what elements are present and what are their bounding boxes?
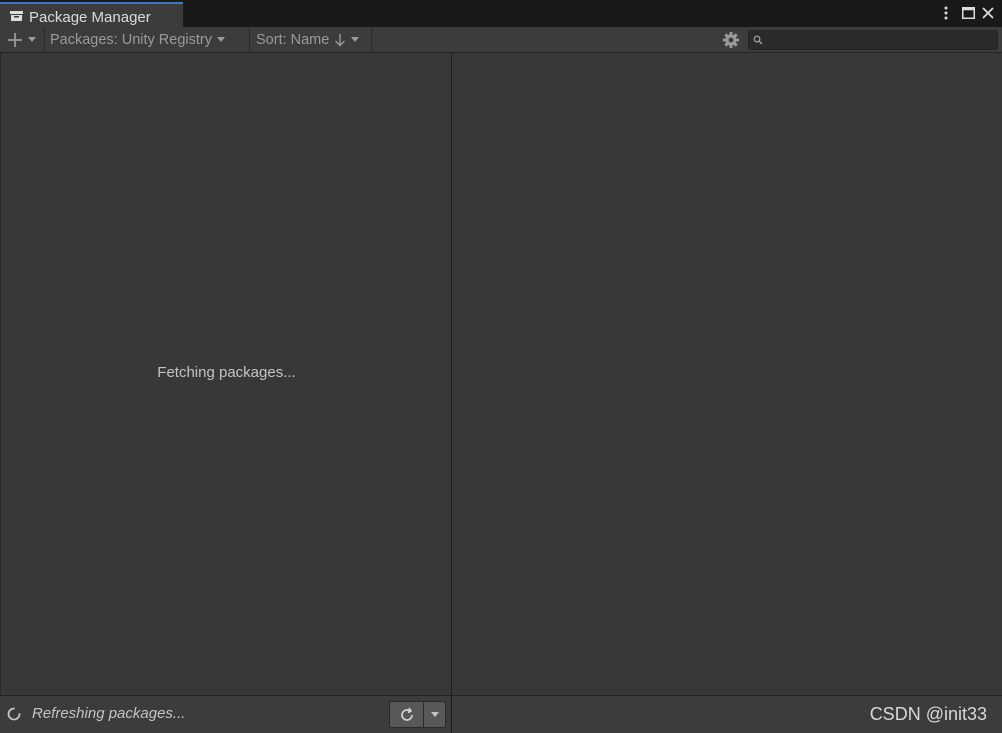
watermark: CSDN @init33 — [869, 704, 987, 724]
add-package-button[interactable] — [0, 27, 45, 52]
loading-spinner-icon — [7, 707, 21, 721]
fetching-message: Fetching packages... — [157, 364, 296, 381]
arrow-down-icon — [335, 33, 346, 46]
chevron-down-icon — [430, 712, 439, 717]
chevron-down-icon — [216, 37, 225, 42]
details-footer: CSDN @init33 — [452, 695, 1002, 733]
package-window-icon — [10, 11, 23, 21]
packages-scope-dropdown[interactable]: Packages: Unity Registry — [45, 27, 250, 52]
gear-icon[interactable] — [722, 31, 740, 49]
chevron-down-icon — [28, 37, 36, 42]
refresh-button-group — [389, 701, 446, 728]
refresh-options-dropdown[interactable] — [424, 702, 445, 727]
window-tab-bar: Package Manager — [0, 0, 1002, 27]
package-toolbar: Packages: Unity Registry Sort: Name — [0, 27, 1002, 53]
refresh-button[interactable] — [390, 702, 424, 727]
search-field[interactable] — [748, 30, 998, 50]
close-icon[interactable] — [980, 5, 996, 21]
package-list-panel[interactable]: Fetching packages... — [0, 53, 451, 695]
more-options-icon[interactable] — [938, 5, 954, 21]
packages-scope-label: Packages: Unity Registry — [50, 31, 212, 48]
maximize-icon[interactable] — [960, 5, 976, 21]
status-text: Refreshing packages... — [32, 705, 186, 722]
tab-package-manager[interactable]: Package Manager — [0, 2, 183, 27]
package-manager-window: Package Manager Packages: Unity Registry… — [0, 0, 1002, 733]
status-bar: Refreshing packages... — [0, 695, 451, 733]
sort-label: Sort: Name — [256, 31, 330, 48]
search-input[interactable] — [765, 31, 965, 49]
tab-title: Package Manager — [29, 9, 151, 26]
refresh-icon — [400, 707, 413, 721]
package-details-panel — [452, 53, 1002, 695]
chevron-down-icon — [351, 37, 360, 42]
search-icon — [753, 35, 763, 45]
sort-dropdown[interactable]: Sort: Name — [250, 27, 372, 52]
plus-icon — [8, 32, 22, 47]
